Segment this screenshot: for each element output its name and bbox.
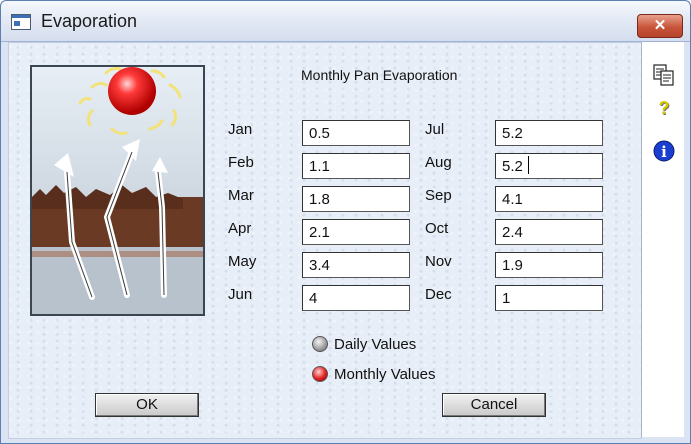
field-may[interactable]: 3.4 xyxy=(302,252,410,278)
daily-values-radio[interactable] xyxy=(312,336,328,352)
evaporation-illustration xyxy=(30,65,205,316)
label-jul: Jul xyxy=(425,121,445,138)
help-icon[interactable]: ? xyxy=(651,98,677,124)
field-aug[interactable]: 5.2 xyxy=(495,153,603,179)
label-jun: Jun xyxy=(228,286,253,303)
label-may: May xyxy=(228,253,257,270)
form-heading: Monthly Pan Evaporation xyxy=(301,67,458,83)
daily-values-label[interactable]: Daily Values xyxy=(334,336,416,353)
title-bar[interactable]: Evaporation ✕ xyxy=(1,1,690,42)
field-jan[interactable]: 0.5 xyxy=(302,120,410,146)
label-oct: Oct xyxy=(425,220,449,237)
field-jul[interactable]: 5.2 xyxy=(495,120,603,146)
copy-icon[interactable] xyxy=(651,62,677,88)
field-dec[interactable]: 1 xyxy=(495,285,603,311)
label-sep: Sep xyxy=(425,187,452,204)
cancel-button[interactable]: Cancel xyxy=(442,393,546,417)
sidebar-toolbar: ? i xyxy=(641,42,684,437)
label-dec: Dec xyxy=(425,286,452,303)
info-icon[interactable]: i xyxy=(651,138,677,164)
field-oct[interactable]: 2.4 xyxy=(495,219,603,245)
evaporation-dialog: Evaporation ✕ ? i Monthly Pan Evaporatio… xyxy=(0,0,691,444)
label-apr: Apr xyxy=(228,220,252,237)
label-nov: Nov xyxy=(425,253,452,270)
field-feb[interactable]: 1.1 xyxy=(302,153,410,179)
label-feb: Feb xyxy=(228,154,254,171)
monthly-values-label[interactable]: Monthly Values xyxy=(334,366,435,383)
label-aug: Aug xyxy=(425,154,452,171)
label-mar: Mar xyxy=(228,187,254,204)
field-jun[interactable]: 4 xyxy=(302,285,410,311)
field-mar[interactable]: 1.8 xyxy=(302,186,410,212)
label-jan: Jan xyxy=(228,121,253,138)
field-nov[interactable]: 1.9 xyxy=(495,252,603,278)
info-glyph: i xyxy=(661,143,667,161)
ok-button[interactable]: OK xyxy=(95,393,199,417)
window-title: Evaporation xyxy=(41,11,138,31)
field-apr[interactable]: 2.1 xyxy=(302,219,410,245)
text-cursor xyxy=(528,156,529,174)
close-button[interactable]: ✕ xyxy=(637,14,683,38)
app-window-icon xyxy=(11,14,31,30)
monthly-values-radio[interactable] xyxy=(312,366,328,382)
field-sep[interactable]: 4.1 xyxy=(495,186,603,212)
